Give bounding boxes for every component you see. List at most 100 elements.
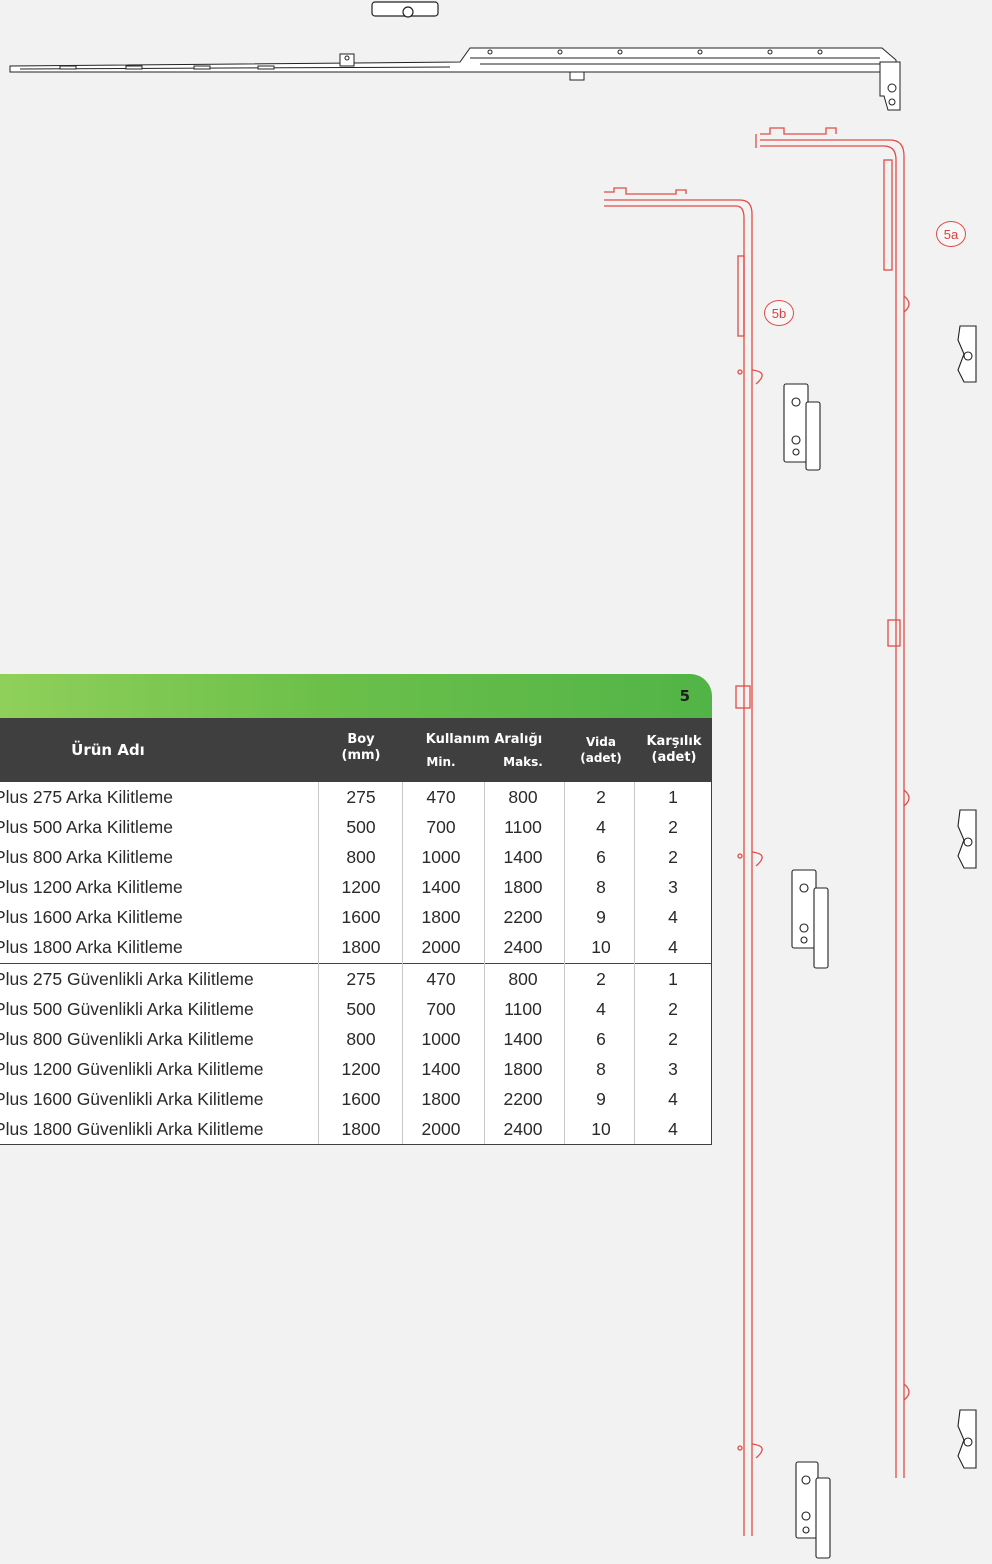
min-cell: 1400 xyxy=(421,877,461,898)
vida-cell: 2 xyxy=(596,968,606,989)
karsilik-cell: 4 xyxy=(668,1088,678,1109)
vida-cell: 10 xyxy=(591,1119,611,1140)
table-header: Ürün Adı Boy (mm) Kullanım Aralığı Min. … xyxy=(0,718,712,782)
product-name-cell: Plus 1800 Arka Kilitleme xyxy=(0,937,183,958)
max-cell: 2200 xyxy=(503,907,543,928)
callout-5a: 5a xyxy=(936,221,966,247)
product-name-cell: Plus 800 Arka Kilitleme xyxy=(0,847,173,868)
min-cell: 1400 xyxy=(421,1058,461,1079)
top-espagnolette-bar xyxy=(9,47,901,111)
vida-cell: 4 xyxy=(596,998,606,1019)
min-cell: 1800 xyxy=(421,907,461,928)
boy-cell: 1800 xyxy=(341,937,381,958)
product-name-cell: Plus 1200 Güvenlikli Arka Kilitleme xyxy=(0,1058,264,1079)
product-name-cell: Plus 275 Güvenlikli Arka Kilitleme xyxy=(0,968,254,989)
min-cell: 700 xyxy=(426,817,456,838)
product-name-cell: Plus 500 Arka Kilitleme xyxy=(0,817,173,838)
max-cell: 1800 xyxy=(503,1058,543,1079)
table-row: Plus 1800 Arka Kilitleme 1800 2000 2400 10 4 xyxy=(0,932,711,962)
product-name-cell: Plus 500 Güvenlikli Arka Kilitleme xyxy=(0,998,254,1019)
boy-cell: 800 xyxy=(346,1028,376,1049)
boy-cell: 500 xyxy=(346,817,376,838)
espagnolette-5a xyxy=(755,127,910,1478)
vida-cell: 8 xyxy=(596,877,606,898)
boy-cell: 1200 xyxy=(341,1058,381,1079)
product-name-cell: Plus 800 Güvenlikli Arka Kilitleme xyxy=(0,1028,254,1049)
boy-cell: 1600 xyxy=(341,907,381,928)
min-cell: 1800 xyxy=(421,1088,461,1109)
min-cell: 700 xyxy=(426,998,456,1019)
min-cell: 2000 xyxy=(421,937,461,958)
product-name-cell: Plus 1800 Güvenlikli Arka Kilitleme xyxy=(0,1119,264,1140)
boy-cell: 800 xyxy=(346,847,376,868)
table-row: Plus 275 Arka Kilitleme 275 470 800 2 1 xyxy=(0,782,711,812)
boy-cell: 500 xyxy=(346,998,376,1019)
min-cell: 2000 xyxy=(421,1119,461,1140)
vida-cell: 4 xyxy=(596,817,606,838)
callout-5b: 5b xyxy=(764,300,794,326)
table-row: Plus 1200 Arka Kilitleme 1200 1400 1800 8 3 xyxy=(0,872,711,902)
max-cell: 2200 xyxy=(503,1088,543,1109)
top-keeper-part xyxy=(371,1,439,18)
max-cell: 1400 xyxy=(503,1028,543,1049)
boy-cell: 1800 xyxy=(341,1119,381,1140)
header-vida-unit: (adet) xyxy=(580,751,622,765)
karsilik-cell: 1 xyxy=(668,968,678,989)
karsilik-cell: 2 xyxy=(668,817,678,838)
table-row: Plus 1200 Güvenlikli Arka Kilitleme 1200 1… xyxy=(0,1054,711,1084)
header-vida: Vida xyxy=(586,735,616,749)
table-row: Plus 1600 Güvenlikli Arka Kilitleme 1600 1… xyxy=(0,1084,711,1114)
product-table: 5 Ürün Adı Boy (mm) Kullanım Aralığı Min… xyxy=(0,674,712,1146)
table-body: Plus 275 Arka Kilitleme 275 470 800 2 1 Plus 5… xyxy=(0,782,712,1146)
header-boy: Boy xyxy=(347,732,375,747)
karsilik-cell: 2 xyxy=(668,998,678,1019)
header-max: Maks. xyxy=(503,755,543,769)
product-name-cell: Plus 1600 Güvenlikli Arka Kilitleme xyxy=(0,1088,264,1109)
table-row: Plus 1600 Arka Kilitleme 1600 1800 2200 9 4 xyxy=(0,902,711,932)
vida-cell: 10 xyxy=(591,937,611,958)
min-cell: 1000 xyxy=(421,1028,461,1049)
header-karsilik-unit: (adet) xyxy=(651,750,697,765)
vida-cell: 6 xyxy=(596,1028,606,1049)
min-cell: 470 xyxy=(426,968,456,989)
max-cell: 2400 xyxy=(503,1119,543,1140)
boy-cell: 1200 xyxy=(341,877,381,898)
table-row: Plus 1800 Güvenlikli Arka Kilitleme 1800 2… xyxy=(0,1114,711,1144)
karsilik-cell: 3 xyxy=(668,877,678,898)
table-row: Plus 800 Arka Kilitleme 800 1000 1400 6 2 xyxy=(0,842,711,872)
min-cell: 470 xyxy=(426,787,456,807)
header-product-name: Ürün Adı xyxy=(71,741,145,759)
karsilik-cell: 2 xyxy=(668,1028,678,1049)
karsilik-cell: 4 xyxy=(668,1119,678,1140)
product-name-cell: Plus 1600 Arka Kilitleme xyxy=(0,907,183,928)
product-name-cell: Plus 1200 Arka Kilitleme xyxy=(0,877,183,898)
header-karsilik: Karşılık xyxy=(646,734,702,749)
table-row: Plus 800 Güvenlikli Arka Kilitleme 800 100… xyxy=(0,1024,711,1054)
section-number: 5 xyxy=(679,687,690,705)
max-cell: 800 xyxy=(508,787,538,807)
table-row: Plus 275 Güvenlikli Arka Kilitleme 275 470… xyxy=(0,964,711,994)
table-row: Plus 500 Güvenlikli Arka Kilitleme 500 700… xyxy=(0,994,711,1024)
boy-cell: 275 xyxy=(346,787,376,807)
vida-cell: 9 xyxy=(596,1088,606,1109)
vida-cell: 8 xyxy=(596,1058,606,1079)
max-cell: 1100 xyxy=(504,998,542,1019)
karsilik-cell: 3 xyxy=(668,1058,678,1079)
vida-cell: 9 xyxy=(596,907,606,928)
karsilik-cell: 1 xyxy=(668,787,678,807)
boy-cell: 1600 xyxy=(341,1088,381,1109)
max-cell: 1100 xyxy=(504,817,542,838)
strike-plates-large xyxy=(783,383,831,1559)
max-cell: 800 xyxy=(508,968,538,989)
header-boy-unit: (mm) xyxy=(341,748,381,763)
product-name-cell: Plus 275 Arka Kilitleme xyxy=(0,787,173,807)
header-min: Min. xyxy=(426,755,456,769)
karsilik-cell: 4 xyxy=(668,907,678,928)
table-row: Plus 500 Arka Kilitleme 500 700 1100 4 2 xyxy=(0,812,711,842)
boy-cell: 275 xyxy=(346,968,376,989)
karsilik-cell: 2 xyxy=(668,847,678,868)
min-cell: 1000 xyxy=(421,847,461,868)
max-cell: 1800 xyxy=(503,877,543,898)
header-range: Kullanım Aralığı xyxy=(425,732,543,747)
section-header-bar: 5 xyxy=(0,674,712,718)
